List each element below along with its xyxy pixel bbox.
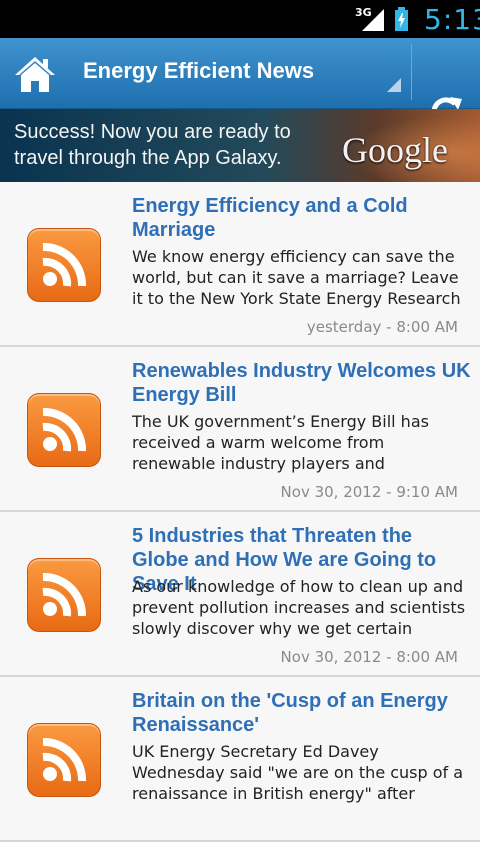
home-icon[interactable] <box>8 44 62 102</box>
action-bar: Energy Efficient News <box>0 38 480 127</box>
dropdown-indicator-icon[interactable] <box>387 78 401 92</box>
battery-charging-icon <box>395 7 408 31</box>
ad-banner[interactable]: Success! Now you are ready to travel thr… <box>0 109 480 182</box>
rss-feed-icon <box>27 723 101 797</box>
google-logo: Google <box>342 130 448 170</box>
list-item[interactable]: Renewables Industry Welcomes UK Energy B… <box>0 347 480 512</box>
list-item[interactable]: 5 Industries that Threaten the Globe and… <box>0 512 480 677</box>
article-date: Nov 30, 2012 - 9:10 AM <box>280 483 458 501</box>
article-date: yesterday - 8:00 AM <box>306 318 458 336</box>
status-bar: 3G 5:13 <box>0 0 480 38</box>
article-date: Nov 30, 2012 - 8:00 AM <box>280 648 458 666</box>
article-title: Britain on the 'Cusp of an Energy Renais… <box>132 690 448 736</box>
article-title: Energy Efficiency and a Cold Marriage <box>132 195 408 241</box>
article-description: UK Energy Secretary Ed Davey Wednesday s… <box>132 742 464 803</box>
article-list: Energy Efficiency and a Cold Marriage We… <box>0 182 480 842</box>
list-item[interactable]: Britain on the 'Cusp of an Energy Renais… <box>0 677 480 842</box>
signal-strength-icon <box>362 9 384 31</box>
page-title[interactable]: Energy Efficient News <box>83 58 314 84</box>
article-title: Renewables Industry Welcomes UK Energy B… <box>132 360 471 406</box>
ad-text: Success! Now you are ready to travel thr… <box>14 121 291 169</box>
article-description: The UK government’s Energy Bill has rece… <box>132 412 429 473</box>
article-description: We know energy efficiency can save the w… <box>132 247 461 308</box>
action-bar-divider <box>411 44 412 100</box>
rss-feed-icon <box>27 228 101 302</box>
rss-feed-icon <box>27 558 101 632</box>
article-description: As our knowledge of how to clean up and … <box>132 577 466 638</box>
list-item[interactable]: Energy Efficiency and a Cold Marriage We… <box>0 182 480 347</box>
clock: 5:13 <box>424 3 480 36</box>
rss-feed-icon <box>27 393 101 467</box>
